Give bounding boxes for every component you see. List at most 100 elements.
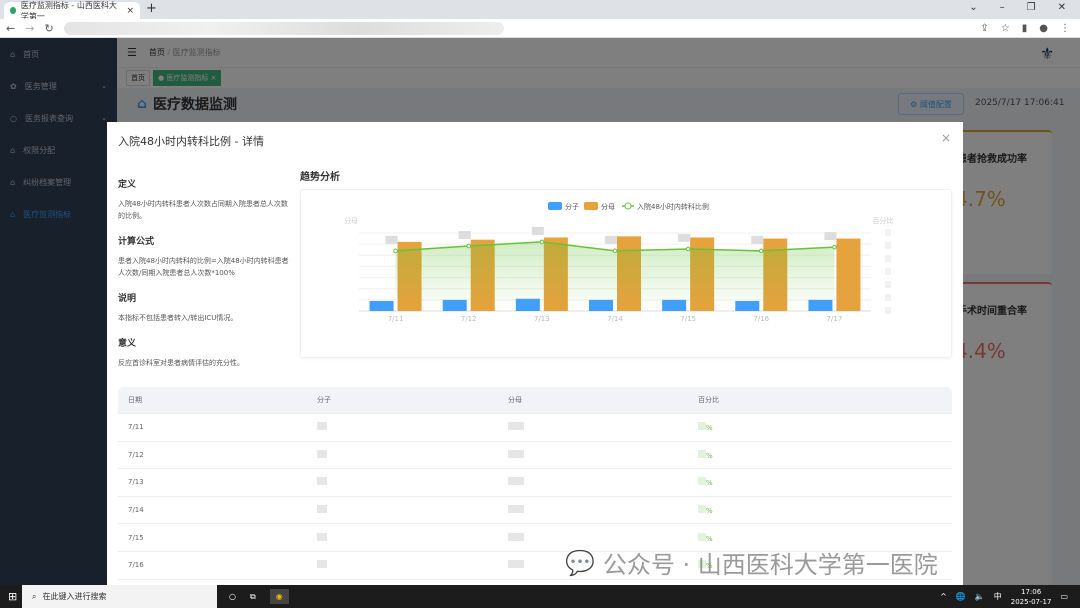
percent-suffix: % — [706, 479, 713, 488]
network-icon[interactable]: 🌐 — [956, 592, 966, 601]
percent-cell: % — [688, 505, 952, 515]
column-header: 百分比 — [698, 396, 719, 404]
percent-suffix: % — [706, 534, 713, 543]
notification-icon[interactable]: ▭ — [1060, 592, 1068, 601]
chrome-icon[interactable]: ◉ — [269, 589, 289, 604]
table-row: 7/14% — [118, 497, 952, 525]
minimize-icon[interactable]: – — [1000, 2, 1005, 13]
star-icon[interactable]: ☆ — [1001, 23, 1010, 34]
denominator-cell — [498, 532, 688, 543]
numerator-cell — [307, 422, 498, 432]
column-header: 日期 — [128, 396, 142, 404]
sidepanel-icon[interactable]: ▮ — [1022, 23, 1028, 34]
column-header: 分母 — [508, 396, 522, 404]
new-tab-button[interactable]: + — [146, 1, 157, 16]
line-point — [685, 246, 691, 252]
close-icon[interactable]: × — [941, 131, 951, 145]
section-text: 反应首诊科室对患者病情评估的充分性。 — [118, 359, 244, 367]
browser-tab-bar: 医疗监测指标 - 山西医科大学第一 × + ⌄ – ❐ ✕ — [0, 0, 1080, 21]
denominator-cell — [498, 505, 688, 515]
indicator-info: 定义 入院48小时内转科患者人次数占同期入院患者总人次数的比例。 计算公式 患者入院4… — [118, 177, 293, 381]
percent-suffix: % — [706, 451, 713, 460]
trend-chart: 分母 百分比 分子 分母 入院48小时内转科比例 7/11 7/12 7/13 7/14 7/15… — [300, 189, 952, 358]
percent-cell: % — [688, 477, 952, 487]
time: 17:06 — [1021, 587, 1042, 596]
right-tick-blur — [885, 307, 891, 314]
data-label-blur — [751, 235, 764, 244]
legend-swatch — [548, 202, 562, 210]
browser-tab[interactable]: 医疗监测指标 - 山西医科大学第一 × — [4, 1, 140, 21]
percent-suffix: % — [706, 424, 713, 433]
section-heading: 意义 — [118, 339, 137, 349]
percent-cell: % — [688, 422, 952, 432]
date-cell: 7/12 — [128, 450, 144, 459]
right-tick-blur — [885, 229, 891, 236]
x-tick-label: 7/12 — [461, 315, 477, 323]
volume-icon[interactable]: 🔈 — [975, 592, 985, 601]
right-tick-blur — [885, 294, 891, 301]
date-cell: 7/11 — [128, 423, 144, 432]
back-icon[interactable]: ← — [6, 22, 15, 35]
watermark-text: 公众号 · 山西医科大学第一医院 — [602, 551, 938, 579]
numerator-cell — [307, 505, 498, 515]
right-tick-blur — [885, 255, 891, 262]
windows-start-icon[interactable]: ⊞ — [8, 590, 17, 603]
table-header: 日期 分子 分母 百分比 — [118, 387, 952, 414]
section-text: 患者入院48小时内转科的比例=入院48小时内转科患者人次数/同期入院患者总人次数… — [118, 257, 289, 277]
column-header: 分子 — [317, 396, 331, 404]
right-tick-blur — [885, 268, 891, 275]
numerator-cell — [307, 532, 498, 543]
url-input[interactable] — [63, 21, 504, 35]
data-label-blur — [678, 233, 691, 242]
watermark: 💬 公众号 · 山西医科大学第一医院 — [565, 545, 938, 580]
line-point — [612, 248, 618, 254]
chevron-down-icon[interactable]: ⌄ — [969, 2, 977, 13]
legend-label: 分母 — [601, 202, 615, 211]
numerator-cell — [307, 560, 498, 570]
multitask-icon[interactable]: ⧉ — [250, 592, 256, 602]
taskbar-clock[interactable]: 17:06 2025-07-17 — [1011, 587, 1052, 607]
menu-icon[interactable]: ⋮ — [1060, 23, 1070, 34]
x-tick-label: 7/17 — [827, 315, 843, 323]
dialog-title: 入院48小时内转科比例 - 详情 — [118, 135, 264, 148]
x-tick-label: 7/13 — [534, 315, 550, 323]
date-cell: 7/16 — [128, 561, 144, 570]
x-tick-label: 7/14 — [607, 315, 623, 323]
forward-icon[interactable]: → — [25, 22, 34, 35]
search-placeholder: 在此键入进行搜索 — [42, 592, 107, 601]
share-icon[interactable]: ⇪ — [980, 23, 988, 34]
numerator-cell — [307, 449, 498, 460]
percent-cell: % — [688, 449, 952, 460]
taskbar-search[interactable]: ⌕ 在此键入进行搜索 — [22, 585, 217, 608]
table-row: 7/12% — [118, 442, 952, 470]
reload-icon[interactable]: ↻ — [44, 22, 53, 35]
denominator-cell — [498, 422, 688, 432]
table-row: 7/13% — [118, 469, 952, 497]
legend-marker — [624, 202, 632, 210]
legend-label: 入院48小时内转科比例 — [637, 202, 709, 211]
data-label-blur — [531, 226, 544, 235]
section-text: 入院48小时内转科患者人次数占同期入院患者总人次数的比例。 — [118, 200, 288, 220]
chevron-up-icon[interactable]: ^ — [940, 592, 947, 601]
right-tick-blur — [885, 242, 891, 249]
task-view-icon[interactable]: ○ — [229, 592, 236, 601]
close-window-icon[interactable]: ✕ — [1058, 2, 1066, 13]
wechat-icon: 💬 — [565, 548, 595, 577]
detail-dialog: 入院48小时内转科比例 - 详情 × 定义 入院48小时内转科患者人次数占同期入院… — [107, 122, 963, 585]
x-tick-label: 7/16 — [753, 315, 769, 323]
section-heading: 说明 — [118, 294, 137, 304]
trend-title: 趋势分析 — [300, 172, 340, 183]
data-label-blur — [824, 232, 837, 241]
denominator-cell — [498, 449, 688, 460]
y-axis-right-label: 百分比 — [873, 216, 894, 225]
close-tab-icon[interactable]: × — [126, 6, 134, 16]
date-cell: 7/15 — [128, 533, 144, 542]
chart-svg: 分母 百分比分子 分母 入院48小时内转科比例7/11 7/12 7/13 7/14 7/15… — [344, 202, 894, 323]
line-point — [393, 248, 398, 254]
restore-icon[interactable]: ❐ — [1027, 2, 1036, 13]
data-label-blur — [458, 231, 471, 239]
profile-icon[interactable]: ● — [1039, 23, 1048, 34]
ime-indicator[interactable]: 中 — [994, 591, 1002, 602]
section-text: 本指标不包括患者转入/转出ICU情况。 — [118, 314, 238, 322]
line-point — [832, 244, 837, 250]
